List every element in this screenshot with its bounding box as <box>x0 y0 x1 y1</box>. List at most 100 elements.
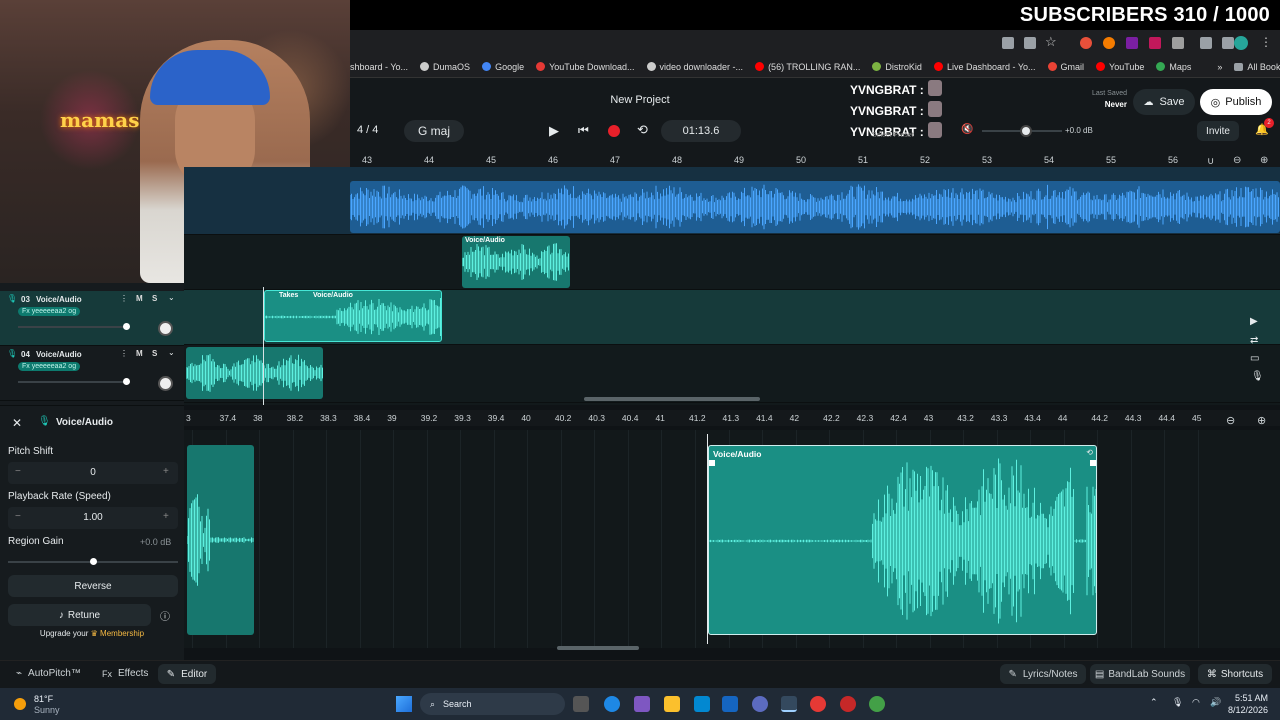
tray-chevron-icon[interactable]: ⌃ <box>1150 697 1158 708</box>
editor-ruler[interactable]: 3 37.4 38 38.2 38.3 38.4 39 39.2 39.3 39.4 40 40.2 4… <box>184 410 1280 426</box>
extension-icon[interactable] <box>1126 37 1138 49</box>
record-button[interactable] <box>608 125 620 137</box>
pan-knob[interactable] <box>158 321 173 336</box>
sidebar-icon[interactable] <box>1002 37 1014 49</box>
zoom-in-icon[interactable]: ⊕ <box>1257 414 1266 427</box>
mail-icon[interactable] <box>694 696 710 712</box>
bookmark[interactable]: Google <box>482 62 524 72</box>
audio-region[interactable] <box>186 347 323 399</box>
windows-start-icon[interactable] <box>396 696 412 712</box>
pan-knob[interactable] <box>158 376 173 391</box>
track-header-04[interactable]: 🎙 04 Voice/Audio ⋮ M S ⌄ Fx yeeeeeaa2 og <box>0 346 184 401</box>
bookmark[interactable]: video downloader -... <box>646 62 743 72</box>
region-gain-slider[interactable] <box>8 558 178 565</box>
bookmark[interactable]: DumaOS <box>420 62 470 72</box>
mic-icon[interactable]: 🎙 <box>1251 371 1264 382</box>
plus-icon[interactable]: + <box>163 511 169 522</box>
mute-button[interactable]: M <box>136 349 143 358</box>
sounds-tab[interactable]: ▤ BandLab Sounds <box>1090 664 1190 684</box>
horizontal-scrollbar[interactable] <box>584 397 760 401</box>
track-lane[interactable]: Voice/Audio <box>184 235 1280 290</box>
search-box[interactable]: ⌕ Search <box>420 693 565 715</box>
track-lane[interactable] <box>184 167 1280 235</box>
play-icon[interactable]: ▶ <box>549 123 559 139</box>
track-volume-slider[interactable] <box>18 378 130 385</box>
track-volume-slider[interactable] <box>18 323 130 330</box>
mute-icon[interactable]: 🔇 <box>961 124 973 135</box>
magnet-icon[interactable]: ∪ <box>1207 156 1214 167</box>
bookmark[interactable]: YouTube Download... <box>536 62 635 72</box>
project-title[interactable]: New Project <box>580 94 700 106</box>
extension-icon[interactable] <box>1103 37 1115 49</box>
editor-tab[interactable]: ✎ Editor <box>158 664 216 684</box>
star-icon[interactable]: ☆ <box>1045 34 1057 50</box>
store-icon[interactable] <box>722 696 738 712</box>
track-header-03[interactable]: 🎙 03 Voice/Audio ⋮ M S ⌄ Fx yeeeeeaa2 og <box>0 291 184 346</box>
menu-icon[interactable]: ⋮ <box>1260 35 1272 49</box>
file-explorer-icon[interactable] <box>664 696 680 712</box>
audio-region-blue[interactable] <box>350 181 1280 233</box>
key-selector[interactable]: G maj <box>404 120 464 142</box>
bookmark[interactable]: shboard - Yo... <box>350 62 408 72</box>
pitch-shift-value[interactable]: 0 <box>8 467 178 478</box>
mute-button[interactable]: M <box>136 294 143 303</box>
editor-scrollbar[interactable] <box>557 646 639 650</box>
chevron-down-icon[interactable]: ⌄ <box>168 293 175 302</box>
trim-handle-right[interactable] <box>1090 460 1096 466</box>
zoom-out-icon[interactable]: ⊖ <box>1226 414 1235 427</box>
more-bookmarks-icon[interactable]: » <box>1217 62 1222 72</box>
zoom-in-icon[interactable]: ⊕ <box>1260 155 1268 166</box>
comment-icon[interactable]: ▭ <box>1250 353 1259 364</box>
fx-preset[interactable]: Fx yeeeeeaa2 og <box>18 362 81 371</box>
swap-icon[interactable]: ⇄ <box>1250 335 1258 346</box>
skip-back-icon[interactable]: ⏮ <box>578 123 589 138</box>
clock-time[interactable]: 5:51 AM <box>1228 693 1268 703</box>
bookmark[interactable]: YouTube <box>1096 62 1144 72</box>
track-name[interactable]: Voice/Audio <box>36 295 82 304</box>
extension-icon[interactable] <box>1080 37 1092 49</box>
download-icon[interactable] <box>1222 37 1234 49</box>
chevron-down-icon[interactable]: ⌄ <box>168 348 175 357</box>
bookmark[interactable]: Live Dashboard - Yo... <box>933 62 1036 72</box>
weather-text[interactable]: Sunny <box>34 705 60 715</box>
timeline-ruler[interactable]: 43 44 45 46 47 48 49 50 51 52 53 54 55 56 <box>350 153 1280 167</box>
puzzle-icon[interactable] <box>1200 37 1212 49</box>
reverse-button[interactable]: Reverse <box>8 575 178 597</box>
chrome-icon[interactable] <box>810 696 826 712</box>
mic-icon[interactable]: 🎙 <box>1172 697 1183 708</box>
audio-region-selected[interactable]: Takes Voice/Audio <box>264 290 442 342</box>
zoom-out-icon[interactable]: ⊖ <box>1233 155 1241 166</box>
extension-icon[interactable] <box>1149 37 1161 49</box>
clock-date[interactable]: 8/12/2026 <box>1218 705 1268 715</box>
plus-icon[interactable]: + <box>163 466 169 477</box>
extension-icon[interactable] <box>1172 37 1184 49</box>
app-icon[interactable] <box>634 696 650 712</box>
audio-region[interactable] <box>187 445 254 635</box>
chrome-icon[interactable] <box>869 696 885 712</box>
preset-selector[interactable]: Select Preset <box>872 132 914 139</box>
play-icon[interactable]: ▶ <box>1250 316 1258 327</box>
discord-icon[interactable] <box>752 696 768 712</box>
audio-region-selected[interactable]: Voice/Audio ⟲ <box>708 445 1097 635</box>
pitch-shift-stepper[interactable]: − 0 + <box>8 462 178 484</box>
bookmark[interactable]: Gmail <box>1047 62 1084 72</box>
track-lane-04[interactable] <box>184 345 1280 403</box>
solo-button[interactable]: S <box>152 294 157 303</box>
close-icon[interactable]: ✕ <box>12 416 22 430</box>
loop-icon[interactable]: ⟲ <box>637 122 648 138</box>
cast-icon[interactable] <box>1024 37 1036 49</box>
shortcuts-tab[interactable]: ⌘ Shortcuts <box>1198 664 1272 684</box>
edge-icon[interactable] <box>604 696 620 712</box>
playhead[interactable] <box>263 287 264 405</box>
app-icon[interactable] <box>840 696 856 712</box>
autopitch-tab[interactable]: ⌁ AutoPitch™ <box>16 668 81 679</box>
membership-link[interactable]: Membership <box>100 629 144 638</box>
invite-button[interactable]: Invite <box>1197 121 1239 141</box>
lyrics-tab[interactable]: ✎ Lyrics/Notes <box>1000 664 1086 684</box>
track-menu-icon[interactable]: ⋮ <box>120 349 128 358</box>
temperature[interactable]: 81°F <box>34 694 53 704</box>
audio-region[interactable]: Voice/Audio <box>462 236 570 288</box>
trim-handle-left[interactable] <box>709 460 715 466</box>
track-lane-03[interactable]: Takes Voice/Audio <box>184 290 1280 345</box>
track-name[interactable]: Voice/Audio <box>36 350 82 359</box>
